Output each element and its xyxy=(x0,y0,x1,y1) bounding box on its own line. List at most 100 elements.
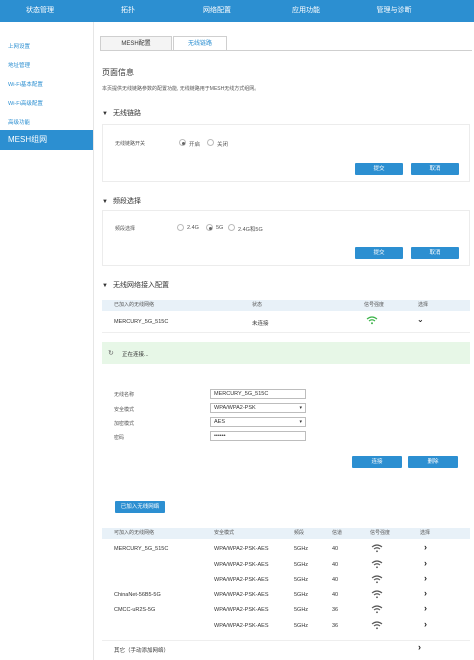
sidebar-item-wifi-advanced[interactable]: Wi-Fi高级配置 xyxy=(0,95,93,113)
password-label: 密码 xyxy=(114,435,125,441)
encrypt-select-value: AES xyxy=(214,419,226,425)
joined-table-header: 已加入的无线网络 状态 信号强度 选择 xyxy=(102,300,470,311)
delete-button[interactable]: 删除 xyxy=(408,456,458,468)
encrypt-label: 加密模式 xyxy=(114,421,135,427)
available-channel: 40 xyxy=(332,562,339,568)
available-channel: 40 xyxy=(332,577,339,583)
sidebar-item-wifi-basic[interactable]: Wi-Fi基本配置 xyxy=(0,76,93,94)
radio-off[interactable] xyxy=(207,139,214,146)
sidebar-item-internet[interactable]: 上网设置 xyxy=(0,38,93,56)
sidebar-item-address[interactable]: 地址管理 xyxy=(0,57,93,75)
chevron-right-icon[interactable]: › xyxy=(424,603,427,613)
available-ssid: ChinaNet-56B5-5G xyxy=(114,592,161,598)
radio-off-label: 关闭 xyxy=(217,142,229,148)
encrypt-select[interactable]: AES ▾ xyxy=(210,417,306,427)
chevron-right-icon[interactable]: › xyxy=(418,642,421,652)
connect-button[interactable]: 连接 xyxy=(352,456,402,468)
chevron-right-icon[interactable]: › xyxy=(424,542,427,552)
radio-5g[interactable] xyxy=(206,224,213,231)
available-channel: 40 xyxy=(332,546,339,552)
radio-5g-label: 5G xyxy=(216,225,224,231)
th-security: 安全模式 xyxy=(214,530,235,536)
joined-ssid: MERCURY_5G_515C xyxy=(114,319,169,325)
nav-management[interactable]: 管理与诊断 xyxy=(354,0,434,22)
wifi-signal-icon xyxy=(371,560,383,569)
section-wireless-link-title: 无线链路 xyxy=(112,110,141,117)
collapse-triangle-icon: ▼ xyxy=(102,199,108,205)
wireless-cancel-button[interactable]: 取消 xyxy=(411,163,459,175)
th-select: 选择 xyxy=(418,302,429,308)
wifi-signal-icon xyxy=(371,544,383,553)
tab-mesh-config[interactable]: MESH配置 xyxy=(100,36,172,51)
radio-2-4g[interactable] xyxy=(177,224,184,231)
th-channel: 信道 xyxy=(332,530,343,536)
nav-status[interactable]: 状态管理 xyxy=(0,0,80,22)
row-divider xyxy=(102,332,470,333)
th-signal: 信号强度 xyxy=(370,530,391,536)
tab-wireless-link[interactable]: 无线链路 xyxy=(173,36,227,51)
collapse-triangle-icon: ▼ xyxy=(102,111,108,117)
chevron-right-icon[interactable]: › xyxy=(424,619,427,629)
section-band[interactable]: ▼ 频段选择 xyxy=(102,196,141,206)
radio-on[interactable] xyxy=(179,139,186,146)
chevron-down-icon[interactable]: ⌄ xyxy=(417,315,424,324)
th-select: 选择 xyxy=(420,530,431,536)
radio-dual-band[interactable] xyxy=(228,224,235,231)
password-field[interactable]: •••••• xyxy=(210,431,306,441)
th-signal: 信号强度 xyxy=(364,302,385,308)
available-security: WPA/WPA2-PSK-AES xyxy=(214,562,269,568)
switch-label: 无线链路开关 xyxy=(115,141,146,147)
available-ssid: MERCURY_5G_515C xyxy=(114,546,169,552)
available-band: 5GHz xyxy=(294,577,309,583)
chevron-right-icon[interactable]: › xyxy=(424,588,427,598)
top-nav: 状态管理 拓扑 网络配置 应用功能 管理与诊断 xyxy=(0,0,474,22)
available-band: 5GHz xyxy=(294,623,309,629)
available-ssid: CMCC-uR2S-5G xyxy=(114,607,156,613)
available-security: WPA/WPA2-PSK-AES xyxy=(214,607,269,613)
security-select[interactable]: WPA/WPA2-PSK ▾ xyxy=(210,403,306,413)
th-status: 状态 xyxy=(252,302,263,308)
sidebar: 上网设置 地址管理 Wi-Fi基本配置 Wi-Fi高级配置 高级功能 MESH组… xyxy=(0,22,94,660)
other-network-link[interactable]: 其它（手动添加网络） xyxy=(114,646,169,654)
joined-networks-button[interactable]: 已加入无线网络 xyxy=(115,501,165,513)
available-band: 5GHz xyxy=(294,592,309,598)
section-wireless-link[interactable]: ▼ 无线链路 xyxy=(102,108,141,118)
joined-status: 未连接 xyxy=(252,321,269,327)
wireless-link-panel: 无线链路开关 开启 关闭 提交 取消 xyxy=(102,124,470,182)
section-access[interactable]: ▼ 无线网络接入配置 xyxy=(102,280,169,290)
band-label: 频段选择 xyxy=(115,226,136,232)
available-channel: 36 xyxy=(332,607,339,613)
wifi-signal-icon xyxy=(371,575,383,584)
available-band: 5GHz xyxy=(294,607,309,613)
band-submit-button[interactable]: 提交 xyxy=(355,247,403,259)
th-band: 频段 xyxy=(294,530,305,536)
caret-down-icon: ▾ xyxy=(299,419,302,425)
nav-network-config[interactable]: 网络配置 xyxy=(177,0,257,22)
chevron-right-icon[interactable]: › xyxy=(424,573,427,583)
radio-on-label: 开启 xyxy=(189,142,201,148)
available-security: WPA/WPA2-PSK-AES xyxy=(214,623,269,629)
section-access-title: 无线网络接入配置 xyxy=(112,282,169,289)
available-security: WPA/WPA2-PSK-AES xyxy=(214,546,269,552)
nav-applications[interactable]: 应用功能 xyxy=(266,0,346,22)
sidebar-item-mesh[interactable]: MESH组网 xyxy=(0,130,93,150)
chevron-right-icon[interactable]: › xyxy=(424,558,427,568)
nav-topology[interactable]: 拓扑 xyxy=(88,0,168,22)
th-available-network: 可加入的无线网络 xyxy=(114,530,155,536)
section-band-title: 频段选择 xyxy=(112,198,141,205)
page-title: 页面信息 xyxy=(102,68,134,77)
band-cancel-button[interactable]: 取消 xyxy=(411,247,459,259)
band-panel: 频段选择 2.4G 5G 2.4G和5G 提交 取消 xyxy=(102,210,470,266)
wireless-submit-button[interactable]: 提交 xyxy=(355,163,403,175)
spinner-icon: ↻ xyxy=(108,350,114,357)
wifi-signal-icon xyxy=(371,590,383,599)
available-channel: 40 xyxy=(332,592,339,598)
connecting-text: 正在连接... xyxy=(122,352,149,358)
th-joined-network: 已加入的无线网络 xyxy=(114,302,155,308)
wifi-signal-icon xyxy=(371,605,383,614)
available-channel: 36 xyxy=(332,623,339,629)
ssid-field[interactable]: MERCURY_5G_515C xyxy=(210,389,306,399)
ssid-label: 无线名称 xyxy=(114,392,135,398)
row-divider xyxy=(102,640,470,641)
page-description: 本页提供无线链路参数的配置功能, 无线链路用于MESH无线方式组网。 xyxy=(102,86,260,92)
